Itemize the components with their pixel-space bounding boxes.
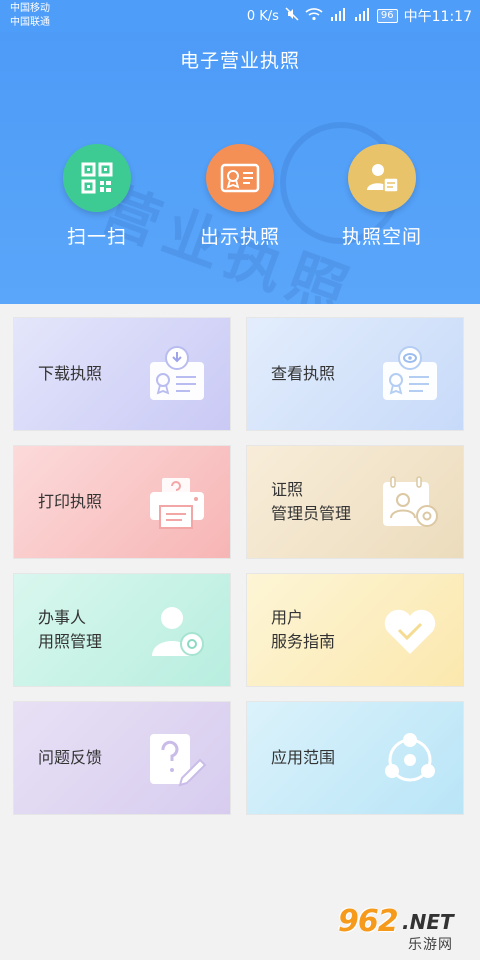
card-label: 打印执照: [38, 492, 103, 511]
card-label: 查看执照: [271, 364, 336, 383]
feedback-icon: [146, 728, 208, 790]
qr-code-icon: [63, 144, 131, 212]
signal-4g-icon: [353, 7, 371, 26]
printer-icon: [146, 472, 208, 534]
signal-2g-icon: [329, 7, 347, 26]
wifi-icon: [305, 7, 323, 26]
show-license-label: 出示执照: [199, 226, 280, 248]
card-label: 下载执照: [38, 364, 103, 383]
view-license-card[interactable]: 查看执照: [246, 317, 464, 431]
status-bar: 中国移动 中国联通 0 K/s 96 中午11:17: [0, 0, 480, 32]
scan-button[interactable]: 扫一扫: [37, 144, 157, 249]
download-license-card[interactable]: 下载执照: [13, 317, 231, 431]
card-label: 问题反馈: [38, 748, 103, 767]
admin-manage-icon: [379, 472, 441, 534]
service-guide-card[interactable]: 用户 服务指南: [246, 573, 464, 687]
print-license-card[interactable]: 打印执照: [13, 445, 231, 559]
license-space-button[interactable]: 执照空间: [322, 144, 442, 249]
card-label: 应用范围: [271, 748, 336, 767]
header: 电子营业执照 营业执照 扫一扫 出示执照 执照空间: [0, 32, 480, 304]
network-speed: 0 K/s: [246, 8, 279, 24]
card-label: 办事人 用照管理: [38, 608, 103, 651]
agent-manage-icon: [146, 600, 208, 662]
feedback-card[interactable]: 问题反馈: [13, 701, 231, 815]
card-label: 用户 服务指南: [271, 608, 336, 651]
mute-icon: [285, 6, 299, 26]
view-license-icon: [379, 344, 441, 406]
battery-indicator: 96: [376, 9, 398, 23]
heart-icon: [379, 600, 441, 662]
carrier-1: 中国移动: [10, 3, 50, 14]
app-scope-card[interactable]: 应用范围: [246, 701, 464, 815]
license-card-icon: [206, 144, 274, 212]
logo-subtitle: 乐游网: [408, 937, 453, 953]
scan-label: 扫一扫: [66, 226, 127, 248]
card-label: 证照 管理员管理: [271, 480, 352, 523]
logo-number: 962: [338, 904, 399, 939]
admin-manage-card[interactable]: 证照 管理员管理: [246, 445, 464, 559]
logo-suffix: .NET: [402, 910, 454, 934]
license-space-label: 执照空间: [341, 226, 422, 248]
site-watermark-logo: 962 .NET 乐游网: [338, 904, 474, 954]
page-title: 电子营业执照: [179, 50, 300, 72]
scope-icon: [379, 728, 441, 790]
license-space-icon: [348, 144, 416, 212]
show-license-button[interactable]: 出示执照: [180, 144, 300, 249]
download-license-icon: [146, 344, 208, 406]
status-right: 0 K/s 96 中午11:17: [247, 6, 472, 26]
carrier-2: 中国联通: [10, 17, 50, 28]
clock: 中午11:17: [403, 9, 472, 25]
agent-manage-card[interactable]: 办事人 用照管理: [13, 573, 231, 687]
